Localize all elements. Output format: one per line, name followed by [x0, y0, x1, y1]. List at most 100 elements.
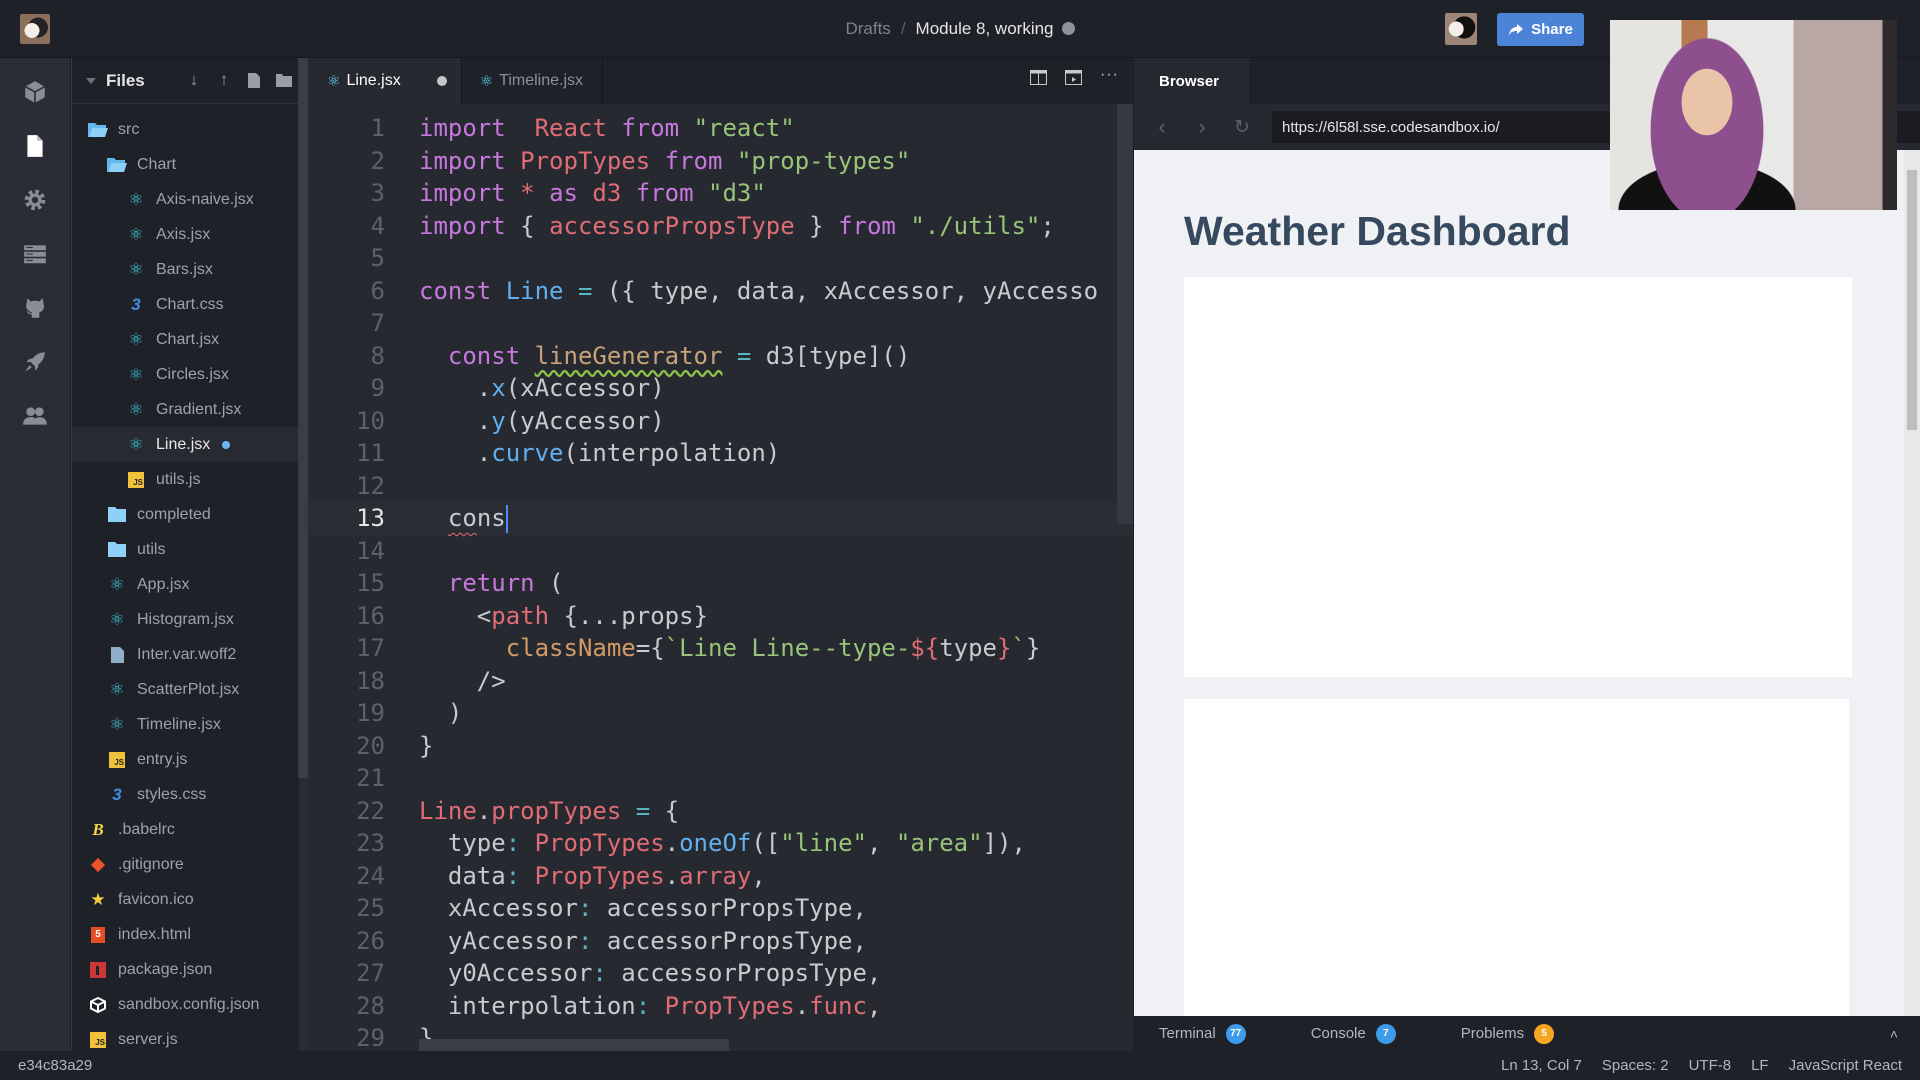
- file-tree-item[interactable]: sandbox.config.json: [72, 987, 299, 1022]
- file-tree-item[interactable]: B .babelrc: [72, 812, 299, 847]
- code-line[interactable]: 14: [309, 535, 1133, 568]
- file-tree-item[interactable]: completed: [72, 497, 299, 532]
- code-line[interactable]: 18 />: [309, 665, 1133, 698]
- refresh-icon[interactable]: ↻: [1232, 116, 1252, 139]
- code-line[interactable]: 27 y0Accessor: accessorPropsType,: [309, 957, 1133, 990]
- file-tree-item[interactable]: ⚛ Axis.jsx: [72, 217, 299, 252]
- file-tree-item[interactable]: Inter.var.woff2: [72, 637, 299, 672]
- code-line[interactable]: 1 import React from "react": [309, 112, 1133, 145]
- editor-vertical-scrollbar[interactable]: [1117, 104, 1133, 524]
- collapse-caret-icon[interactable]: [86, 77, 96, 84]
- tab-line-jsx[interactable]: ⚛ Line.jsx: [309, 58, 462, 104]
- code-line[interactable]: 21: [309, 762, 1133, 795]
- browser-tab[interactable]: Browser: [1134, 58, 1249, 104]
- code-line[interactable]: 8 const lineGenerator = d3[type](): [309, 340, 1133, 373]
- upload-icon[interactable]: ↑: [215, 70, 233, 90]
- file-tree-item[interactable]: src: [72, 112, 299, 147]
- file-tree-item[interactable]: ⚛ Chart.jsx: [72, 322, 299, 357]
- new-file-icon[interactable]: [245, 70, 263, 90]
- activity-server[interactable]: [0, 234, 70, 274]
- editor-horizontal-scrollbar[interactable]: [419, 1039, 729, 1051]
- new-folder-icon[interactable]: [275, 70, 293, 90]
- back-icon[interactable]: ‹: [1152, 114, 1172, 140]
- code-line[interactable]: 9 .x(xAccessor): [309, 372, 1133, 405]
- preview-icon[interactable]: [1065, 70, 1083, 90]
- activity-config[interactable]: [0, 180, 70, 220]
- code-line[interactable]: 3 import * as d3 from "d3": [309, 177, 1133, 210]
- tab-console[interactable]: Console 7: [1311, 1023, 1396, 1044]
- file-tree-item[interactable]: 3 styles.css: [72, 777, 299, 812]
- file-tree-item[interactable]: ⚛ ScatterPlot.jsx: [72, 672, 299, 707]
- code-line[interactable]: 10 .y(yAccessor): [309, 405, 1133, 438]
- code-line[interactable]: 5: [309, 242, 1133, 275]
- file-tree-item[interactable]: ⚛ Histogram.jsx: [72, 602, 299, 637]
- file-tree-item[interactable]: ⚛ Gradient.jsx: [72, 392, 299, 427]
- file-tree-item[interactable]: ⚛ Line.jsx: [72, 427, 299, 462]
- split-view-icon[interactable]: [1030, 70, 1048, 90]
- cursor-position[interactable]: Ln 13, Col 7: [1501, 1057, 1582, 1074]
- code-token: (yAccessor): [505, 406, 665, 435]
- code-line[interactable]: 16 <path {...props}: [309, 600, 1133, 633]
- file-tree-item[interactable]: 3 Chart.css: [72, 287, 299, 322]
- code-line[interactable]: 6 const Line = ({ type, data, xAccessor, …: [309, 275, 1133, 308]
- activity-github[interactable]: [0, 288, 70, 328]
- code-line[interactable]: 25 xAccessor: accessorPropsType,: [309, 892, 1133, 925]
- code-line[interactable]: 15 return (: [309, 567, 1133, 600]
- files-header[interactable]: Files ↓ ↑: [72, 58, 299, 104]
- code-line[interactable]: 13 cons: [309, 502, 1133, 535]
- file-tree-item[interactable]: JS server.js: [72, 1022, 299, 1051]
- file-tree-item[interactable]: package.json: [72, 952, 299, 987]
- file-tree-item[interactable]: ⚛ Bars.jsx: [72, 252, 299, 287]
- encoding[interactable]: UTF-8: [1689, 1057, 1732, 1074]
- code-line[interactable]: 20}: [309, 730, 1133, 763]
- forward-icon[interactable]: ›: [1192, 114, 1212, 140]
- browser-scrollbar[interactable]: [1904, 150, 1920, 1016]
- file-tree-item[interactable]: ⚛ Circles.jsx: [72, 357, 299, 392]
- code-line[interactable]: 7: [309, 307, 1133, 340]
- file-tree-item[interactable]: ⚛ App.jsx: [72, 567, 299, 602]
- code-line[interactable]: 24 data: PropTypes.array,: [309, 860, 1133, 893]
- more-options-icon[interactable]: ···: [1100, 66, 1119, 90]
- file-tree-item[interactable]: .gitignore: [72, 847, 299, 882]
- activity-explorer[interactable]: [0, 126, 70, 166]
- code-line[interactable]: 19 ): [309, 697, 1133, 730]
- tab-timeline-jsx[interactable]: ⚛ Timeline.jsx: [462, 58, 603, 104]
- breadcrumb-drafts[interactable]: Drafts: [845, 19, 890, 38]
- unsaved-dot-icon[interactable]: [436, 76, 447, 86]
- code-line[interactable]: 28 interpolation: PropTypes.func,: [309, 990, 1133, 1023]
- file-tree-item[interactable]: ★ favicon.ico: [72, 882, 299, 917]
- file-tree-item[interactable]: JS utils.js: [72, 462, 299, 497]
- code-line[interactable]: 12: [309, 470, 1133, 503]
- file-tree-item[interactable]: ⚛ Timeline.jsx: [72, 707, 299, 742]
- tab-terminal[interactable]: Terminal 77: [1159, 1023, 1246, 1044]
- file-tree-item[interactable]: Chart: [72, 147, 299, 182]
- language-mode[interactable]: JavaScript React: [1789, 1057, 1902, 1074]
- tab-problems[interactable]: Problems 5: [1461, 1023, 1555, 1044]
- project-title[interactable]: Module 8, working: [916, 19, 1054, 38]
- code-line[interactable]: 17 className={`Line Line--type-${type}`}: [309, 632, 1133, 665]
- file-tree-item[interactable]: ⚛ Axis-naive.jsx: [72, 182, 299, 217]
- files-scrollbar[interactable]: [298, 58, 308, 778]
- activity-project-info[interactable]: [0, 72, 70, 112]
- code-area[interactable]: 1 import React from "react" 2 import PropTy…: [309, 104, 1133, 1055]
- code-line[interactable]: 26 yAccessor: accessorPropsType,: [309, 925, 1133, 958]
- chevron-up-icon[interactable]: ˄: [1890, 1026, 1898, 1042]
- activity-deployment[interactable]: [0, 342, 70, 382]
- indentation[interactable]: Spaces: 2: [1602, 1057, 1669, 1074]
- share-button[interactable]: Share: [1497, 13, 1584, 46]
- code-line[interactable]: 23 type: PropTypes.oneOf(["line", "area"…: [309, 827, 1133, 860]
- code-line[interactable]: 4 import { accessorPropsType } from "./ut…: [309, 210, 1133, 243]
- code-line[interactable]: 2 import PropTypes from "prop-types": [309, 145, 1133, 178]
- user-avatar[interactable]: [1445, 13, 1477, 45]
- download-icon[interactable]: ↓: [185, 70, 203, 90]
- file-tree-item[interactable]: 5 index.html: [72, 917, 299, 952]
- scrollbar-thumb[interactable]: [1907, 170, 1917, 430]
- line-ending[interactable]: LF: [1751, 1057, 1769, 1074]
- file-tree-item[interactable]: utils: [72, 532, 299, 567]
- activity-live[interactable]: [0, 396, 70, 436]
- file-tree-item[interactable]: JS entry.js: [72, 742, 299, 777]
- code-line[interactable]: 11 .curve(interpolation): [309, 437, 1133, 470]
- code-line[interactable]: 22 Line.propTypes = {: [309, 795, 1133, 828]
